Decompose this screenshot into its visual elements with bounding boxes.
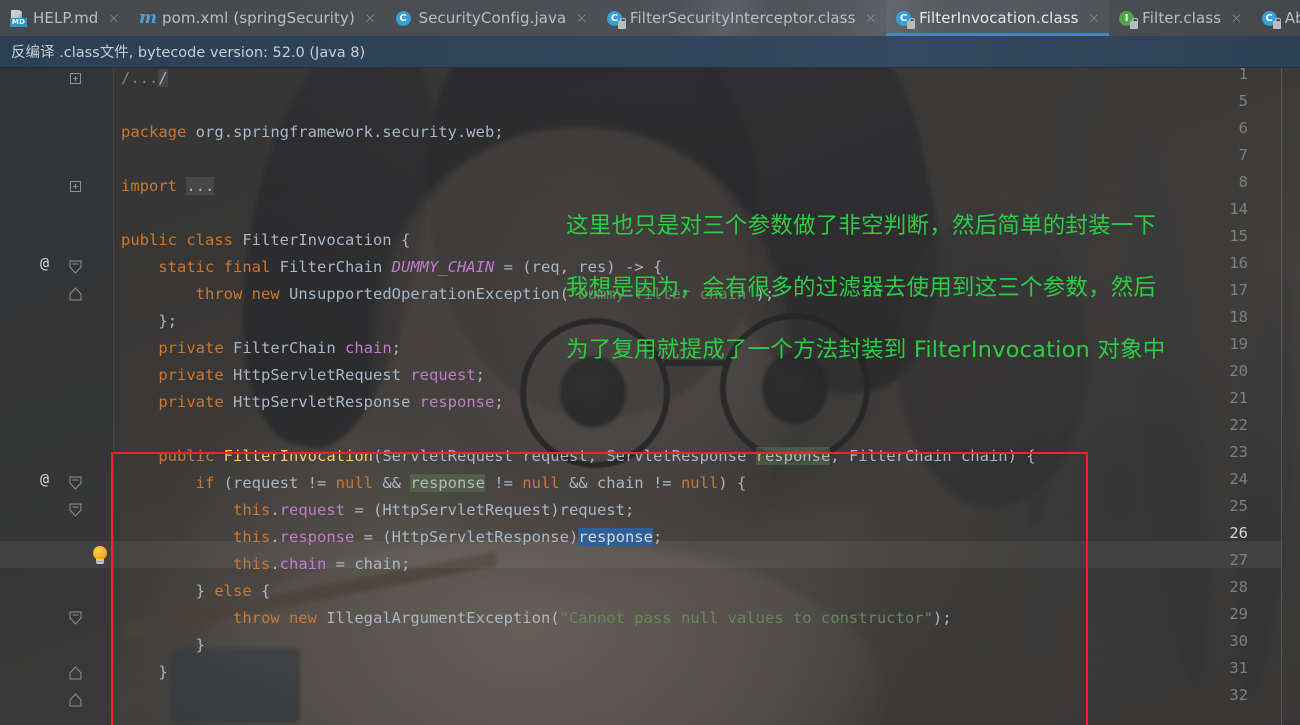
code-line-15: public class FilterInvocation {: [121, 231, 411, 249]
tab-close-icon[interactable]: ×: [1230, 10, 1243, 26]
code-line-20: private HttpServletRequest request;: [158, 366, 485, 384]
code-line-21: private HttpServletResponse response;: [158, 393, 504, 411]
code-line-29: throw new IllegalArgumentException("Cann…: [232, 609, 952, 627]
java-class-icon: C: [395, 10, 413, 27]
java-interface-locked-icon: I: [1119, 10, 1139, 29]
green-annotation-line: 这里也只是对三个参数做了非空判断，然后简单的封装一下: [566, 213, 1157, 239]
green-annotation-text: 这里也只是对三个参数做了非空判断，然后简单的封装一下 我想是因为，会有很多的过滤…: [566, 180, 1165, 397]
tab-close-icon[interactable]: ×: [364, 10, 377, 26]
tab-help-md[interactable]: MD HELP.md ×: [0, 0, 129, 36]
tab-label: Abstrac: [1284, 9, 1300, 27]
code-line-8: import ...: [121, 177, 215, 195]
code-line-30: }: [121, 636, 205, 654]
tab-filtersecurityinterceptor-class[interactable]: C FilterSecurityInterceptor.class ×: [597, 0, 886, 36]
code-line-19: private FilterChain chain;: [158, 339, 402, 357]
java-class-locked-icon: C: [896, 10, 916, 29]
code-line-31: }: [121, 663, 168, 681]
code-line-23: public FilterInvocation(ServletRequest r…: [158, 447, 1036, 465]
code-line-26: this.response = (HttpServletResponse)res…: [232, 528, 663, 546]
decompile-notification-bar: 反编译 .class文件, bytecode version: 52.0 (Ja…: [0, 36, 1300, 68]
idea-window: 1 5 6 7 8 14 15 16 17 18 19 20 21 22 23 …: [0, 0, 1300, 725]
tab-securityconfig-java[interactable]: C SecurityConfig.java ×: [386, 0, 597, 36]
tab-label: Filter.class: [1142, 9, 1222, 27]
code-editor[interactable]: 1 5 6 7 8 14 15 16 17 18 19 20 21 22 23 …: [0, 68, 1300, 725]
tab-label: pom.xml (springSecurity): [162, 9, 355, 27]
tab-close-icon[interactable]: ×: [1088, 10, 1101, 26]
tab-close-icon[interactable]: ×: [864, 10, 877, 26]
notification-text: 反编译 .class文件, bytecode version: 52.0 (Ja…: [11, 45, 366, 61]
green-annotation-line: 我想是因为，会有很多的过滤器去使用到这三个参数，然后: [566, 275, 1157, 301]
code-line-24: if (request != null && response != null …: [195, 474, 747, 492]
code-line-18: };: [121, 312, 177, 330]
tab-close-icon[interactable]: ×: [107, 10, 120, 26]
java-class-locked-icon: C: [1261, 10, 1281, 29]
tab-close-icon[interactable]: ×: [575, 10, 588, 26]
tab-filter-class[interactable]: I Filter.class ×: [1109, 0, 1252, 36]
code-line-28: } else {: [121, 582, 271, 600]
markdown-file-icon: MD: [10, 9, 27, 27]
tab-label: FilterInvocation.class: [919, 9, 1079, 27]
code-line-1: /.../: [121, 69, 168, 87]
tab-label: HELP.md: [33, 9, 99, 27]
editor-tab-bar[interactable]: MD HELP.md × m pom.xml (springSecurity) …: [0, 0, 1300, 36]
green-annotation-line: 为了复用就提成了一个方法封装到 FilterInvocation 对象中: [566, 337, 1166, 363]
tab-label: SecurityConfig.java: [418, 9, 567, 27]
code-line-25: this.request = (HttpServletRequest)reque…: [232, 501, 635, 519]
tab-label: FilterSecurityInterceptor.class: [629, 9, 856, 27]
code-line-27: this.chain = chain;: [232, 555, 411, 573]
java-class-locked-icon: C: [606, 10, 626, 29]
maven-file-icon: m: [139, 7, 158, 28]
tab-filterinvocation-class[interactable]: C FilterInvocation.class ×: [886, 0, 1110, 36]
tab-abstract-class[interactable]: C Abstrac: [1252, 0, 1300, 36]
tab-pom-xml[interactable]: m pom.xml (springSecurity) ×: [129, 0, 385, 36]
code-line-6: package org.springframework.security.web…: [121, 123, 504, 141]
